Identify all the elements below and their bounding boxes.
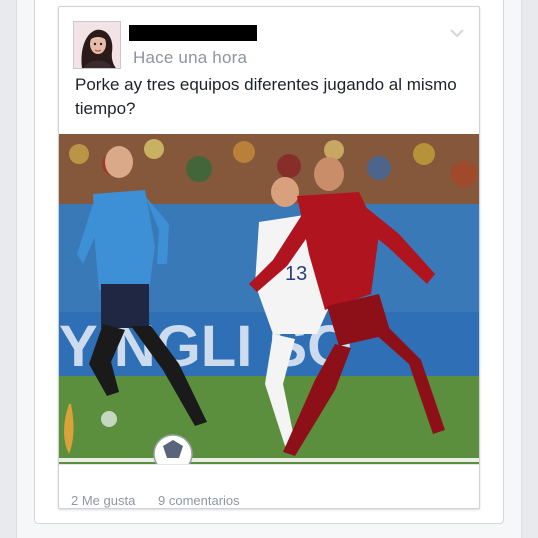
redacted-author-name	[129, 25, 257, 41]
chevron-down-icon[interactable]	[449, 27, 465, 39]
likes-count[interactable]: 2 Me gusta	[71, 493, 135, 508]
football-match-photo: YINGLI SO 13	[59, 134, 479, 464]
post-photo[interactable]: YINGLI SO 13	[59, 134, 479, 464]
comments-count[interactable]: 9 comentarios	[158, 493, 240, 508]
avatar[interactable]	[73, 21, 121, 69]
post-timestamp[interactable]: Hace una hora	[133, 48, 247, 68]
post-footer: 2 Me gusta 9 comentarios	[59, 464, 479, 508]
avatar-image	[74, 22, 120, 68]
jersey-number: 13	[285, 263, 307, 285]
post-card: Hace una hora Porke ay tres equipos dife…	[58, 6, 480, 509]
post-text: Porke ay tres equipos diferentes jugando…	[75, 75, 457, 118]
